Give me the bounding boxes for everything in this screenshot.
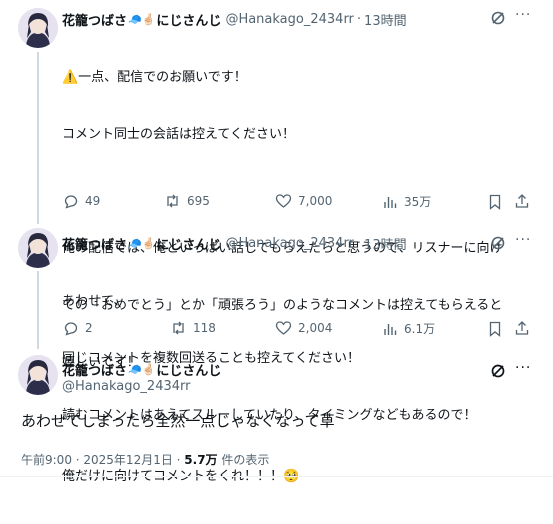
tweet-actions: 49 695 7,000 35万 <box>60 193 538 213</box>
repost-count: 118 <box>193 321 216 335</box>
name-emojis: 🧢🤞🏻 <box>128 363 156 376</box>
grok-icon[interactable] <box>490 363 506 383</box>
like-button[interactable]: 2,004 <box>275 320 332 336</box>
tweet-header: 花籠つばさ 🧢🤞🏻 にじさんじ @Hanakago_2434rr · 13時間 <box>62 234 407 253</box>
handle-row: @Hanakago_2434rr <box>62 379 190 394</box>
like-count: 7,000 <box>298 194 333 208</box>
timestamp[interactable]: 13時間 <box>364 10 407 29</box>
tweet-header: 花籠つばさ 🧢🤞🏻 にじさんじ @Hanakago_2434rr · 13時間 <box>62 10 407 29</box>
tweet-text: あわせて、 同じコメントを複数回送ることも控えてください！ 読むコメントはあえて… <box>62 254 476 463</box>
bookmark-icon[interactable] <box>488 194 502 214</box>
thread-line <box>37 271 39 349</box>
display-name[interactable]: 花籠つばさ <box>62 360 127 379</box>
views-button[interactable]: 35万 <box>382 193 431 210</box>
reply-count: 49 <box>85 194 101 208</box>
share-icon[interactable] <box>514 320 530 340</box>
repost-button[interactable]: 118 <box>170 320 216 336</box>
repost-icon <box>167 194 178 208</box>
more-icon[interactable]: ··· <box>515 360 531 376</box>
name-emojis: 🧢🤞🏻 <box>128 13 156 26</box>
share-icon[interactable] <box>514 193 530 213</box>
display-name-suffix[interactable]: にじさんじ <box>156 10 221 29</box>
display-name[interactable]: 花籠つばさ <box>62 234 127 253</box>
more-icon[interactable]: ··· <box>515 7 531 23</box>
like-icon <box>275 194 292 208</box>
main-tweet-text: あわせてしまったら全然一点じゃなくなって草 <box>21 412 335 430</box>
reply-button[interactable]: 49 <box>63 193 100 209</box>
avatar[interactable] <box>18 228 58 268</box>
avatar[interactable] <box>18 8 58 48</box>
tweet-meta: 午前9:00 · 2025年12月1日 · 5.7万 件の表示 <box>21 451 269 468</box>
like-count: 2,004 <box>298 321 333 335</box>
tweet-actions: 2 118 2,004 6.1万 <box>60 320 538 340</box>
thread-line <box>37 52 39 224</box>
name-emojis: 🧢🤞🏻 <box>128 237 156 250</box>
grok-icon[interactable] <box>490 235 506 255</box>
timestamp[interactable]: 13時間 <box>364 234 407 253</box>
display-name[interactable]: 花籠つばさ <box>62 10 127 29</box>
views-count: 35万 <box>404 195 432 209</box>
handle[interactable]: @Hanakago_2434rr <box>225 12 353 27</box>
divider <box>0 476 553 477</box>
avatar[interactable] <box>18 355 58 395</box>
repost-button[interactable]: 695 <box>164 193 210 209</box>
display-name-suffix[interactable]: にじさんじ <box>156 360 221 379</box>
views-suffix: 件の表示 <box>217 453 270 467</box>
reply-icon <box>64 322 78 336</box>
more-icon[interactable]: ··· <box>515 232 531 248</box>
text-line: コメント同士の会話は控えてください！ <box>62 127 295 142</box>
post-time[interactable]: 午前9:00 · 2025年12月1日 · <box>21 453 184 467</box>
reply-count: 2 <box>85 321 93 335</box>
text-line: あわせて、 <box>62 294 127 309</box>
separator-dot: · <box>356 12 362 27</box>
display-name-suffix[interactable]: にじさんじ <box>156 234 221 253</box>
views-button[interactable]: 6.1万 <box>382 320 435 337</box>
like-button[interactable]: 7,000 <box>275 193 332 209</box>
reply-icon <box>64 195 78 209</box>
bookmark-icon[interactable] <box>488 321 502 341</box>
tweet-header: 花籠つばさ 🧢🤞🏻 にじさんじ <box>62 360 221 379</box>
text-line: ⚠️一点、配信でのお願いです！ <box>62 70 247 85</box>
view-count: 5.7万 <box>184 453 218 467</box>
handle[interactable]: @Hanakago_2434rr <box>225 236 353 251</box>
views-icon <box>384 196 397 208</box>
handle[interactable]: @Hanakago_2434rr <box>62 379 190 394</box>
views-count: 6.1万 <box>404 322 436 336</box>
repost-count: 695 <box>187 194 210 208</box>
repost-icon <box>173 321 184 335</box>
like-icon <box>275 321 292 335</box>
separator-dot: · <box>356 236 362 251</box>
reply-button[interactable]: 2 <box>63 320 93 336</box>
views-icon <box>384 323 397 335</box>
grok-icon[interactable] <box>490 10 506 30</box>
